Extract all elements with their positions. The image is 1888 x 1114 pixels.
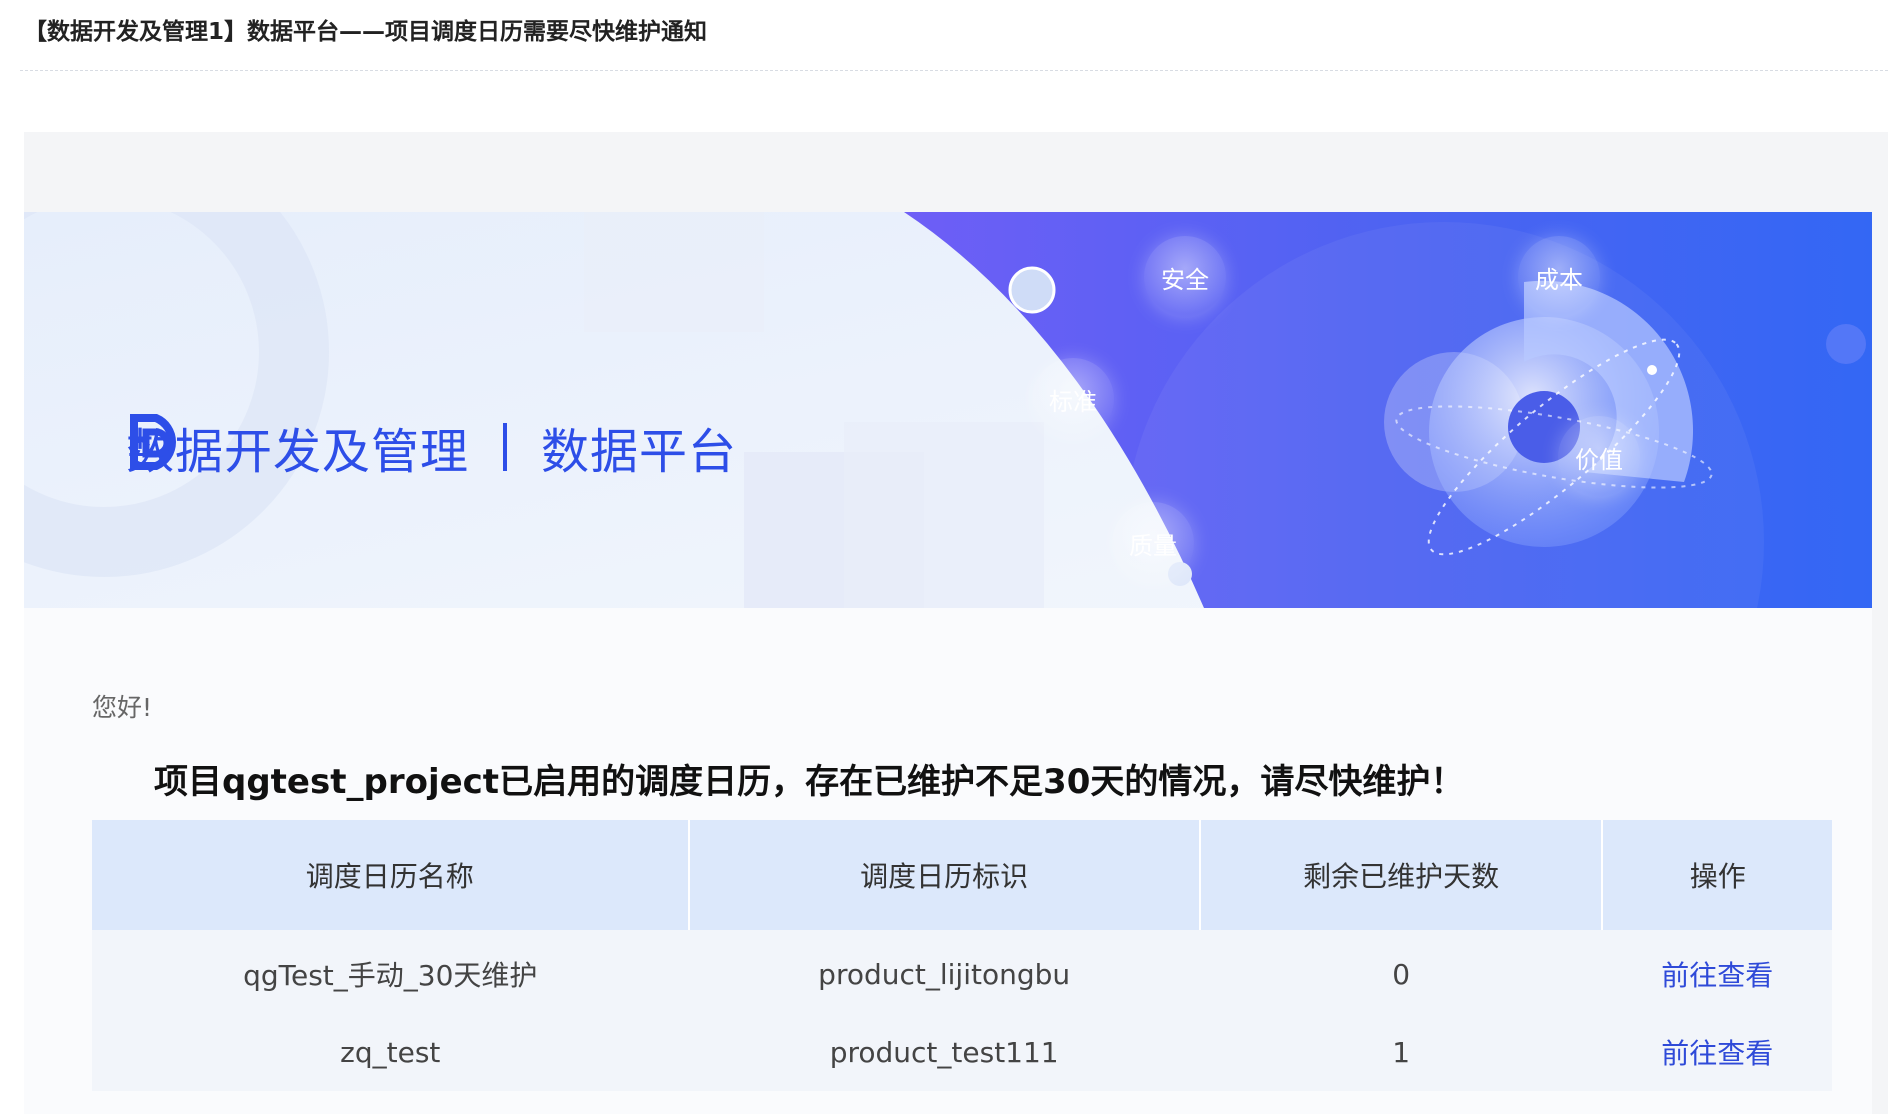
table-row: qgTest_手动_30天维护 product_lijitongbu 0 前往查…	[92, 930, 1832, 1013]
tag-cost: 成本	[1518, 236, 1600, 318]
cell-action: 前往查看	[1602, 930, 1832, 1013]
brand: 数据开发及管理 数据平台	[126, 412, 737, 482]
content-panel: 您好! 项目qgtest_project已启用的调度日历，存在已维护不足30天的…	[24, 608, 1872, 1114]
cell-action: 前往查看	[1602, 1013, 1832, 1091]
tag-standard: 标准	[1032, 358, 1114, 440]
header-calendar-name: 调度日历名称	[92, 820, 690, 930]
cell-calendar-name: zq_test	[92, 1013, 689, 1091]
notice-text: 项目qgtest_project已启用的调度日历，存在已维护不足30天的情况，请…	[154, 762, 1465, 802]
subject-divider	[20, 70, 1888, 71]
cell-calendar-name: qgTest_手动_30天维护	[92, 930, 689, 1013]
cell-calendar-id: product_lijitongbu	[688, 930, 1200, 1013]
brand-separator	[503, 423, 508, 471]
brand-logo	[130, 414, 176, 470]
tag-quality: 质量	[1112, 502, 1194, 584]
header-action: 操作	[1602, 820, 1832, 930]
mail-subject: 【数据开发及管理1】数据平台——项目调度日历需要尽快维护通知	[24, 19, 708, 45]
email-body: 数据开发及管理 数据平台 安全 成本 标准 价值 质量 您好! 项目qgtest…	[24, 132, 1888, 1114]
table-header-row: 调度日历名称 调度日历标识 剩余已维护天数 操作	[92, 820, 1832, 930]
banner: 数据开发及管理 数据平台 安全 成本 标准 价值 质量	[24, 212, 1872, 608]
tag-security: 安全	[1144, 236, 1226, 318]
cell-remaining-days: 1	[1199, 1013, 1603, 1091]
greeting: 您好!	[92, 693, 153, 722]
brand-subtitle: 数据平台	[541, 424, 738, 480]
view-link[interactable]: 前往查看	[1661, 959, 1773, 992]
header-calendar-id: 调度日历标识	[688, 820, 1201, 930]
tag-value: 价值	[1558, 416, 1640, 498]
calendar-table: 调度日历名称 调度日历标识 剩余已维护天数 操作 qgTest_手动_30天维护…	[92, 820, 1832, 1091]
table-row: zq_test product_test111 1 前往查看	[92, 1013, 1832, 1091]
cell-calendar-id: product_test111	[688, 1013, 1200, 1091]
view-link[interactable]: 前往查看	[1661, 1037, 1773, 1070]
header-remaining-days: 剩余已维护天数	[1199, 820, 1604, 930]
cell-remaining-days: 0	[1199, 930, 1603, 1013]
